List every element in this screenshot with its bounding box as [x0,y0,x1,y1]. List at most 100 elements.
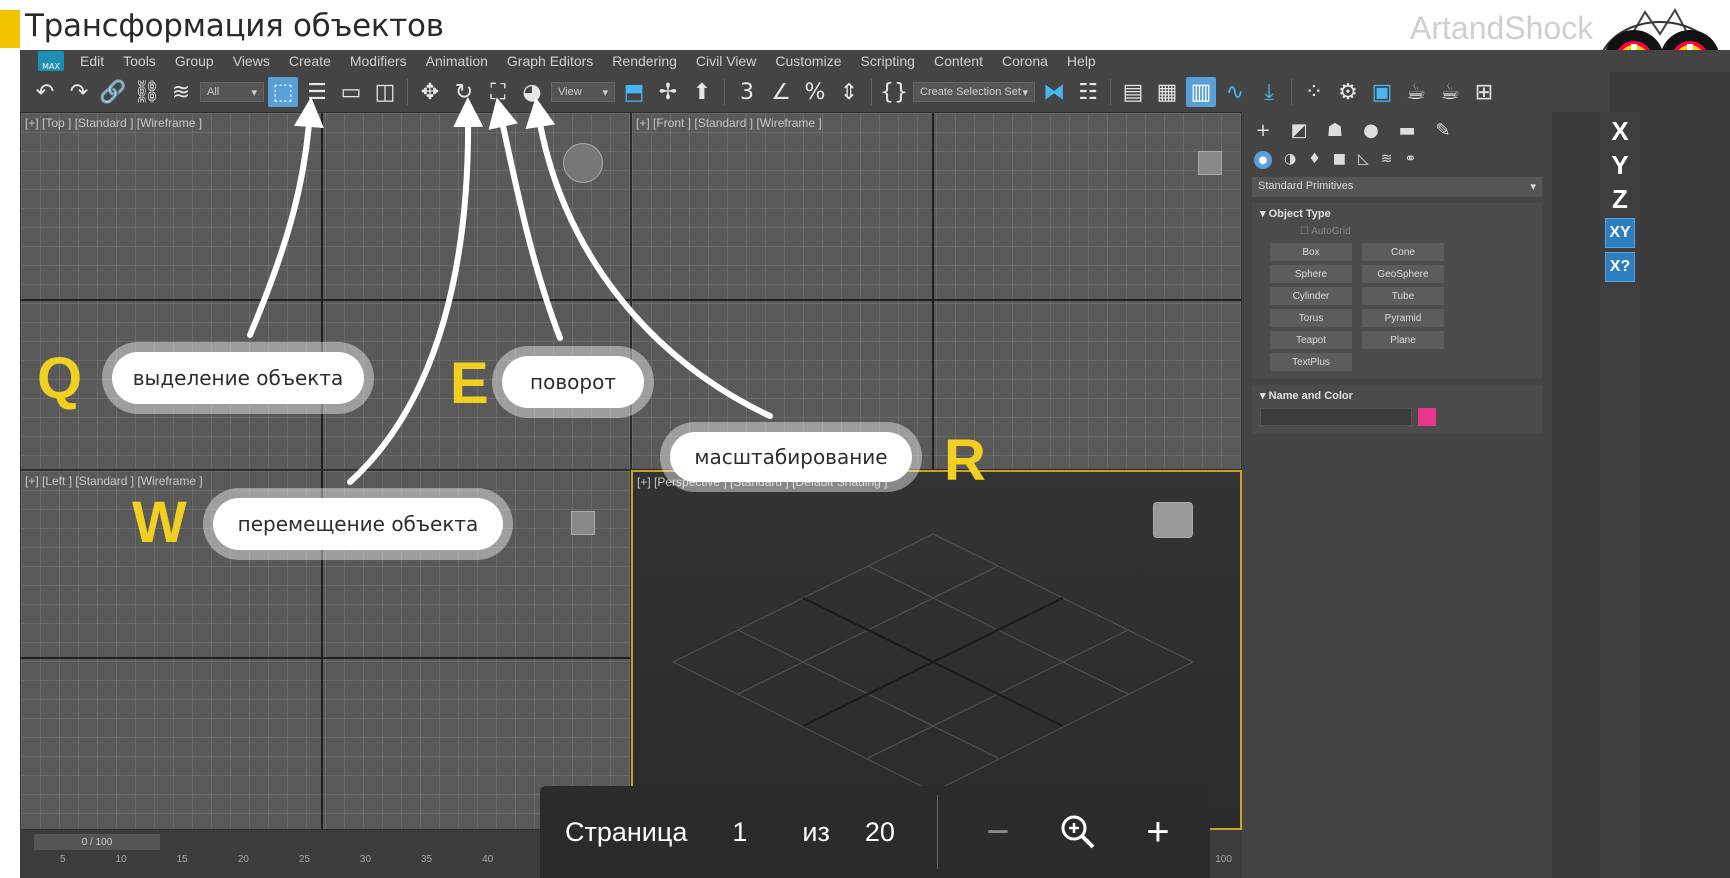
helpers-icon[interactable]: ◺ [1358,151,1369,169]
lights-icon[interactable]: ♦ [1308,151,1321,169]
constrain-x-button[interactable]: X [1605,116,1635,146]
mirror-icon[interactable]: ⧓ [1039,77,1069,107]
menu-scripting[interactable]: Scripting [860,53,914,69]
viewport-top-label[interactable]: [+] [Top ] [Standard ] [Wireframe ] [25,116,202,130]
display-tab-icon[interactable]: ▬ [1398,120,1416,141]
create-tab-icon[interactable]: + [1254,120,1272,141]
current-page[interactable]: 1 [732,817,747,848]
select-object-icon[interactable]: ⬚ [268,77,298,107]
viewport-front-label[interactable]: [+] [Front ] [Standard ] [Wireframe ] [636,116,822,130]
modify-tab-icon[interactable]: ◩ [1290,120,1308,141]
geosphere-button[interactable]: GeoSphere [1362,265,1444,283]
menu-help[interactable]: Help [1067,53,1096,69]
unlink-icon[interactable]: ⛓ [132,77,162,107]
schematic-view-icon[interactable]: ⤓ [1254,77,1284,107]
select-and-rotate-icon[interactable]: ↻ [449,77,479,107]
tube-button[interactable]: Tube [1362,287,1444,305]
select-and-move-icon[interactable]: ✥ [415,77,445,107]
viewport-perspective[interactable]: [+] [Perspective ] [Standard ] [Default … [631,470,1242,830]
shapes-icon[interactable]: ◑ [1284,151,1296,169]
percent-snap-icon[interactable]: % [800,77,830,107]
name-and-color-title[interactable]: ▾ Name and Color [1260,389,1534,402]
constrain-xy-button[interactable]: XY [1605,218,1635,248]
pivot-center-icon[interactable]: ⬒ [619,77,649,107]
render-setup-icon[interactable]: ⚙ [1333,77,1363,107]
rectangular-selection-icon[interactable]: ▭ [336,77,366,107]
viewport-left-label[interactable]: [+] [Left ] [Standard ] [Wireframe ] [25,474,203,488]
menu-rendering[interactable]: Rendering [612,53,677,69]
keyboard-shortcut-icon[interactable]: ⬆ [687,77,717,107]
reference-coordinate-dropdown[interactable]: View ▾ [551,82,615,102]
torus-button[interactable]: Torus [1270,309,1352,327]
time-slider[interactable]: 0 / 100 [34,834,160,850]
systems-icon[interactable]: ⚭ [1405,151,1417,169]
box-button[interactable]: Box [1270,243,1352,261]
undo-icon[interactable]: ↶ [30,77,60,107]
layer-explorer-icon[interactable]: ▦ [1152,77,1182,107]
space-warps-icon[interactable]: ≋ [1381,151,1393,169]
align-icon[interactable]: ☷ [1073,77,1103,107]
constrain-y-button[interactable]: Y [1605,150,1635,180]
hierarchy-tab-icon[interactable]: ☗ [1326,120,1344,141]
select-and-place-icon[interactable]: ◕ [517,77,547,107]
viewport-top[interactable]: [+] [Top ] [Standard ] [Wireframe ] [20,112,631,470]
geometry-icon[interactable]: ● [1254,151,1272,169]
window-crossing-icon[interactable]: ◫ [370,77,400,107]
viewcube-icon[interactable] [1198,151,1222,175]
curve-editor-icon[interactable]: ∿ [1220,77,1250,107]
object-color-swatch[interactable] [1418,408,1436,426]
snaps-toggle-icon[interactable]: 3 [732,77,762,107]
select-by-name-icon[interactable]: ☰ [302,77,332,107]
menu-create[interactable]: Create [289,53,331,69]
object-type-title[interactable]: ▾ Object Type [1260,207,1534,220]
angle-snap-icon[interactable]: ∠ [766,77,796,107]
material-editor-icon[interactable]: ⁘ [1299,77,1329,107]
bind-space-warp-icon[interactable]: ≋ [166,77,196,107]
menu-group[interactable]: Group [175,53,214,69]
ribbon-toggle-icon[interactable]: ▥ [1186,77,1216,107]
link-icon[interactable]: 🔗 [98,77,128,107]
cone-button[interactable]: Cone [1362,243,1444,261]
manipulate-icon[interactable]: ✢ [653,77,683,107]
render-in-cloud-icon[interactable]: ⊞ [1469,77,1499,107]
menu-corona[interactable]: Corona [1002,53,1048,69]
zoom-out-icon[interactable]: − [978,810,1018,854]
constrain-plane-cycle-button[interactable]: X? [1605,252,1635,282]
menu-customize[interactable]: Customize [775,53,841,69]
teapot-button[interactable]: Teapot [1270,331,1352,349]
cylinder-button[interactable]: Cylinder [1270,287,1352,305]
cameras-icon[interactable]: ■ [1333,151,1346,169]
redo-icon[interactable]: ↷ [64,77,94,107]
sphere-button[interactable]: Sphere [1270,265,1352,283]
utilities-tab-icon[interactable]: ✎ [1434,120,1452,141]
named-selection-set-dropdown[interactable]: Create Selection Set ▾ [913,82,1035,102]
viewport-front[interactable]: [+] [Front ] [Standard ] [Wireframe ] [631,112,1242,470]
menu-modifiers[interactable]: Modifiers [350,53,407,69]
motion-tab-icon[interactable]: ● [1362,120,1380,141]
select-and-scale-icon[interactable]: ⛶ [483,77,513,107]
menu-edit[interactable]: Edit [80,53,104,69]
render-iterative-icon[interactable]: ☕ [1435,77,1465,107]
zoom-fit-icon[interactable] [1058,812,1098,852]
constrain-z-button[interactable]: Z [1605,184,1635,214]
viewcube-icon[interactable] [563,143,603,183]
pyramid-button[interactable]: Pyramid [1362,309,1444,327]
menu-graph-editors[interactable]: Graph Editors [507,53,593,69]
autogrid-checkbox[interactable]: ☐ AutoGrid [1300,226,1534,237]
rendered-frame-window-icon[interactable]: ▣ [1367,77,1397,107]
spinner-snap-icon[interactable]: ⇕ [834,77,864,107]
primitive-category-dropdown[interactable]: Standard Primitives ▾ [1252,177,1542,197]
menu-content[interactable]: Content [934,53,983,69]
zoom-in-icon[interactable]: + [1138,810,1178,854]
viewcube-icon[interactable] [571,511,595,535]
viewcube-icon[interactable] [1153,502,1193,538]
edit-named-selection-icon[interactable]: {} [879,77,909,107]
menu-views[interactable]: Views [233,53,270,69]
menu-tools[interactable]: Tools [123,53,156,69]
render-production-icon[interactable]: ☕ [1401,77,1431,107]
plane-button[interactable]: Plane [1362,331,1444,349]
object-name-field[interactable] [1260,408,1412,426]
menu-civil-view[interactable]: Civil View [696,53,756,69]
menu-animation[interactable]: Animation [426,53,488,69]
scene-explorer-icon[interactable]: ▤ [1118,77,1148,107]
